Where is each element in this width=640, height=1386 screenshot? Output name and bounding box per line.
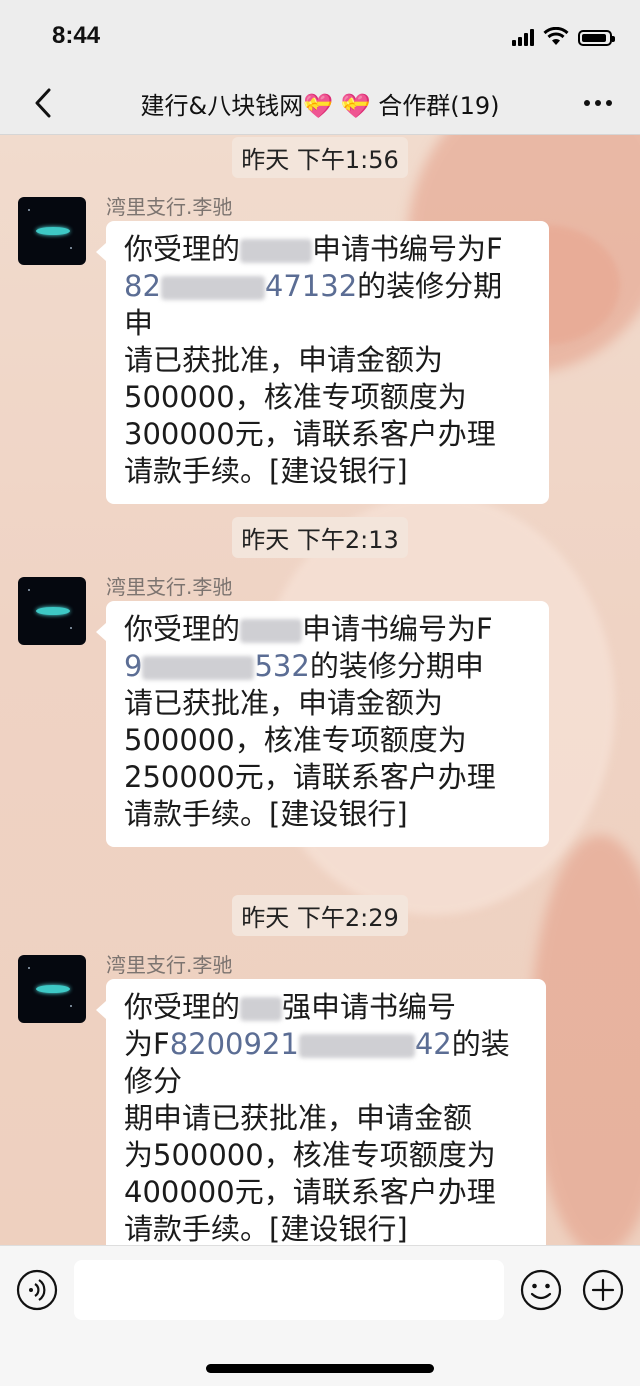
redacted-text <box>240 619 303 643</box>
message-line: 400000元，请联系客户办理 <box>124 1174 528 1211</box>
sender-name: 湾里支行.李驰 <box>106 195 233 219</box>
message-text: 请款手续。[建设银行] <box>124 1212 408 1245</box>
message-line: 请已获批准，申请金额为 <box>124 342 531 379</box>
timestamp-label: 昨天 下午2:13 <box>232 517 408 558</box>
fish-icon <box>36 607 70 615</box>
message-line: 你受理的 申请书编号为F <box>124 611 531 648</box>
message-line: 期申请已获批准，申请金额 <box>124 1100 528 1137</box>
message-bubble[interactable]: 你受理的 申请书编号为F 9 532的装修分期申 请已获批准，申请金额为 500000，核… <box>96 601 549 847</box>
timestamp: 昨天 下午1:56 <box>0 137 640 178</box>
timestamp-label: 昨天 下午1:56 <box>232 137 408 178</box>
message-line: 500000，核准专项额度为 <box>124 379 531 416</box>
message-text: 500000，核准专项额度为 <box>124 723 467 757</box>
sender-name: 湾里支行.李驰 <box>106 953 233 977</box>
fish-icon <box>36 227 70 235</box>
message-line: 请款手续。[建设银行] <box>124 453 531 490</box>
message-text: 你受理的 <box>124 990 241 1024</box>
message-text: 400000元，请联系客户办理 <box>124 1175 496 1209</box>
chevron-left-icon <box>35 88 51 118</box>
sender-avatar[interactable] <box>18 955 86 1023</box>
emoji-icon <box>520 1269 562 1311</box>
message-line: 请已获批准，申请金额为 <box>124 685 531 722</box>
redacted-text <box>240 239 313 263</box>
message-text: 为500000，核准专项额度为 <box>124 1138 496 1172</box>
more-button[interactable] <box>578 86 618 120</box>
message-text: 请已获批准，申请金额为 <box>124 343 444 377</box>
signal-icon <box>512 29 534 46</box>
message-text: 500000，核准专项额度为 <box>124 380 467 414</box>
chat-title: 建行&八块钱网💝 💝 合作群(19) <box>140 92 500 120</box>
input-bar <box>0 1245 640 1386</box>
home-indicator <box>206 1364 434 1373</box>
plus-icon <box>582 1269 624 1311</box>
redacted-text <box>160 276 265 300</box>
message-line: 500000，核准专项额度为 <box>124 722 531 759</box>
message-line: 你受理的 申请书编号为F <box>124 231 531 268</box>
message-bubble[interactable]: 你受理的 申请书编号为F 82 47132的装修分期申 请已获批准，申请金额为 50000… <box>96 221 549 504</box>
message-text: 的装修分期申 <box>309 649 484 683</box>
redacted-text <box>298 1034 415 1058</box>
message-text: 请款手续。[建设银行] <box>124 454 408 488</box>
message-line: 82 47132的装修分期申 <box>124 268 531 342</box>
chat-area[interactable]: 昨天 下午1:56 湾里支行.李驰 你受理的 申请书编号为F 82 47132的装修分期申… <box>0 135 640 1245</box>
message-line: 9 532的装修分期申 <box>124 648 531 685</box>
status-icons <box>512 27 615 46</box>
message-text: 为F <box>124 1027 170 1061</box>
message-line: 你受理的 强申请书编号 <box>124 989 528 1026</box>
emoji-button[interactable] <box>520 1269 562 1311</box>
application-number: 532 <box>254 649 310 683</box>
timestamp: 昨天 下午2:29 <box>0 895 640 936</box>
timestamp-label: 昨天 下午2:29 <box>232 895 408 936</box>
message-text: 强申请书编号 <box>282 990 457 1024</box>
message-line: 300000元，请联系客户办理 <box>124 416 531 453</box>
message-bubble[interactable]: 你受理的 强申请书编号 为F8200921 42的装修分 期申请已获批准，申请金额 为50… <box>96 979 546 1245</box>
message-text: 250000元，请联系客户办理 <box>124 760 496 794</box>
message-text: 请已获批准，申请金额为 <box>124 686 444 720</box>
sender-avatar[interactable] <box>18 577 86 645</box>
message-line: 为500000，核准专项额度为 <box>124 1137 528 1174</box>
nav-bar: 建行&八块钱网💝 💝 合作群(19) <box>0 72 640 135</box>
message-text: 请款手续。[建设银行] <box>124 797 408 831</box>
battery-icon <box>578 30 615 46</box>
message-text: 300000元，请联系客户办理 <box>124 417 496 451</box>
message-input[interactable] <box>74 1260 504 1320</box>
message-line: 请款手续。[建设银行] <box>124 1211 528 1245</box>
timestamp: 昨天 下午2:13 <box>0 517 640 558</box>
message-text: 申请书编号为F <box>302 612 493 646</box>
fish-icon <box>36 985 70 993</box>
message-text: 申请书编号为F <box>312 232 503 266</box>
message-line: 250000元，请联系客户办理 <box>124 759 531 796</box>
application-number: 47132 <box>264 269 358 303</box>
message-text: 你受理的 <box>124 612 241 646</box>
status-bar: 8:44 <box>0 0 640 72</box>
message-line: 为F8200921 42的装修分 <box>124 1026 528 1100</box>
application-number: 8200921 <box>169 1027 299 1061</box>
redacted-text <box>142 656 255 680</box>
message-text: 你受理的 <box>124 232 241 266</box>
sender-name: 湾里支行.李驰 <box>106 575 233 599</box>
wifi-icon <box>543 27 569 45</box>
application-number: 42 <box>414 1027 452 1061</box>
redacted-text <box>240 997 283 1021</box>
voice-icon <box>16 1269 58 1311</box>
voice-button[interactable] <box>16 1269 58 1311</box>
sender-avatar[interactable] <box>18 197 86 265</box>
status-time: 8:44 <box>52 22 101 49</box>
back-button[interactable] <box>24 84 62 122</box>
application-number: 82 <box>124 269 161 303</box>
plus-button[interactable] <box>582 1269 624 1311</box>
message-text: 期申请已获批准，申请金额 <box>124 1101 473 1135</box>
application-number: 9 <box>124 649 143 683</box>
more-dots-icon <box>584 100 590 106</box>
message-line: 请款手续。[建设银行] <box>124 796 531 833</box>
